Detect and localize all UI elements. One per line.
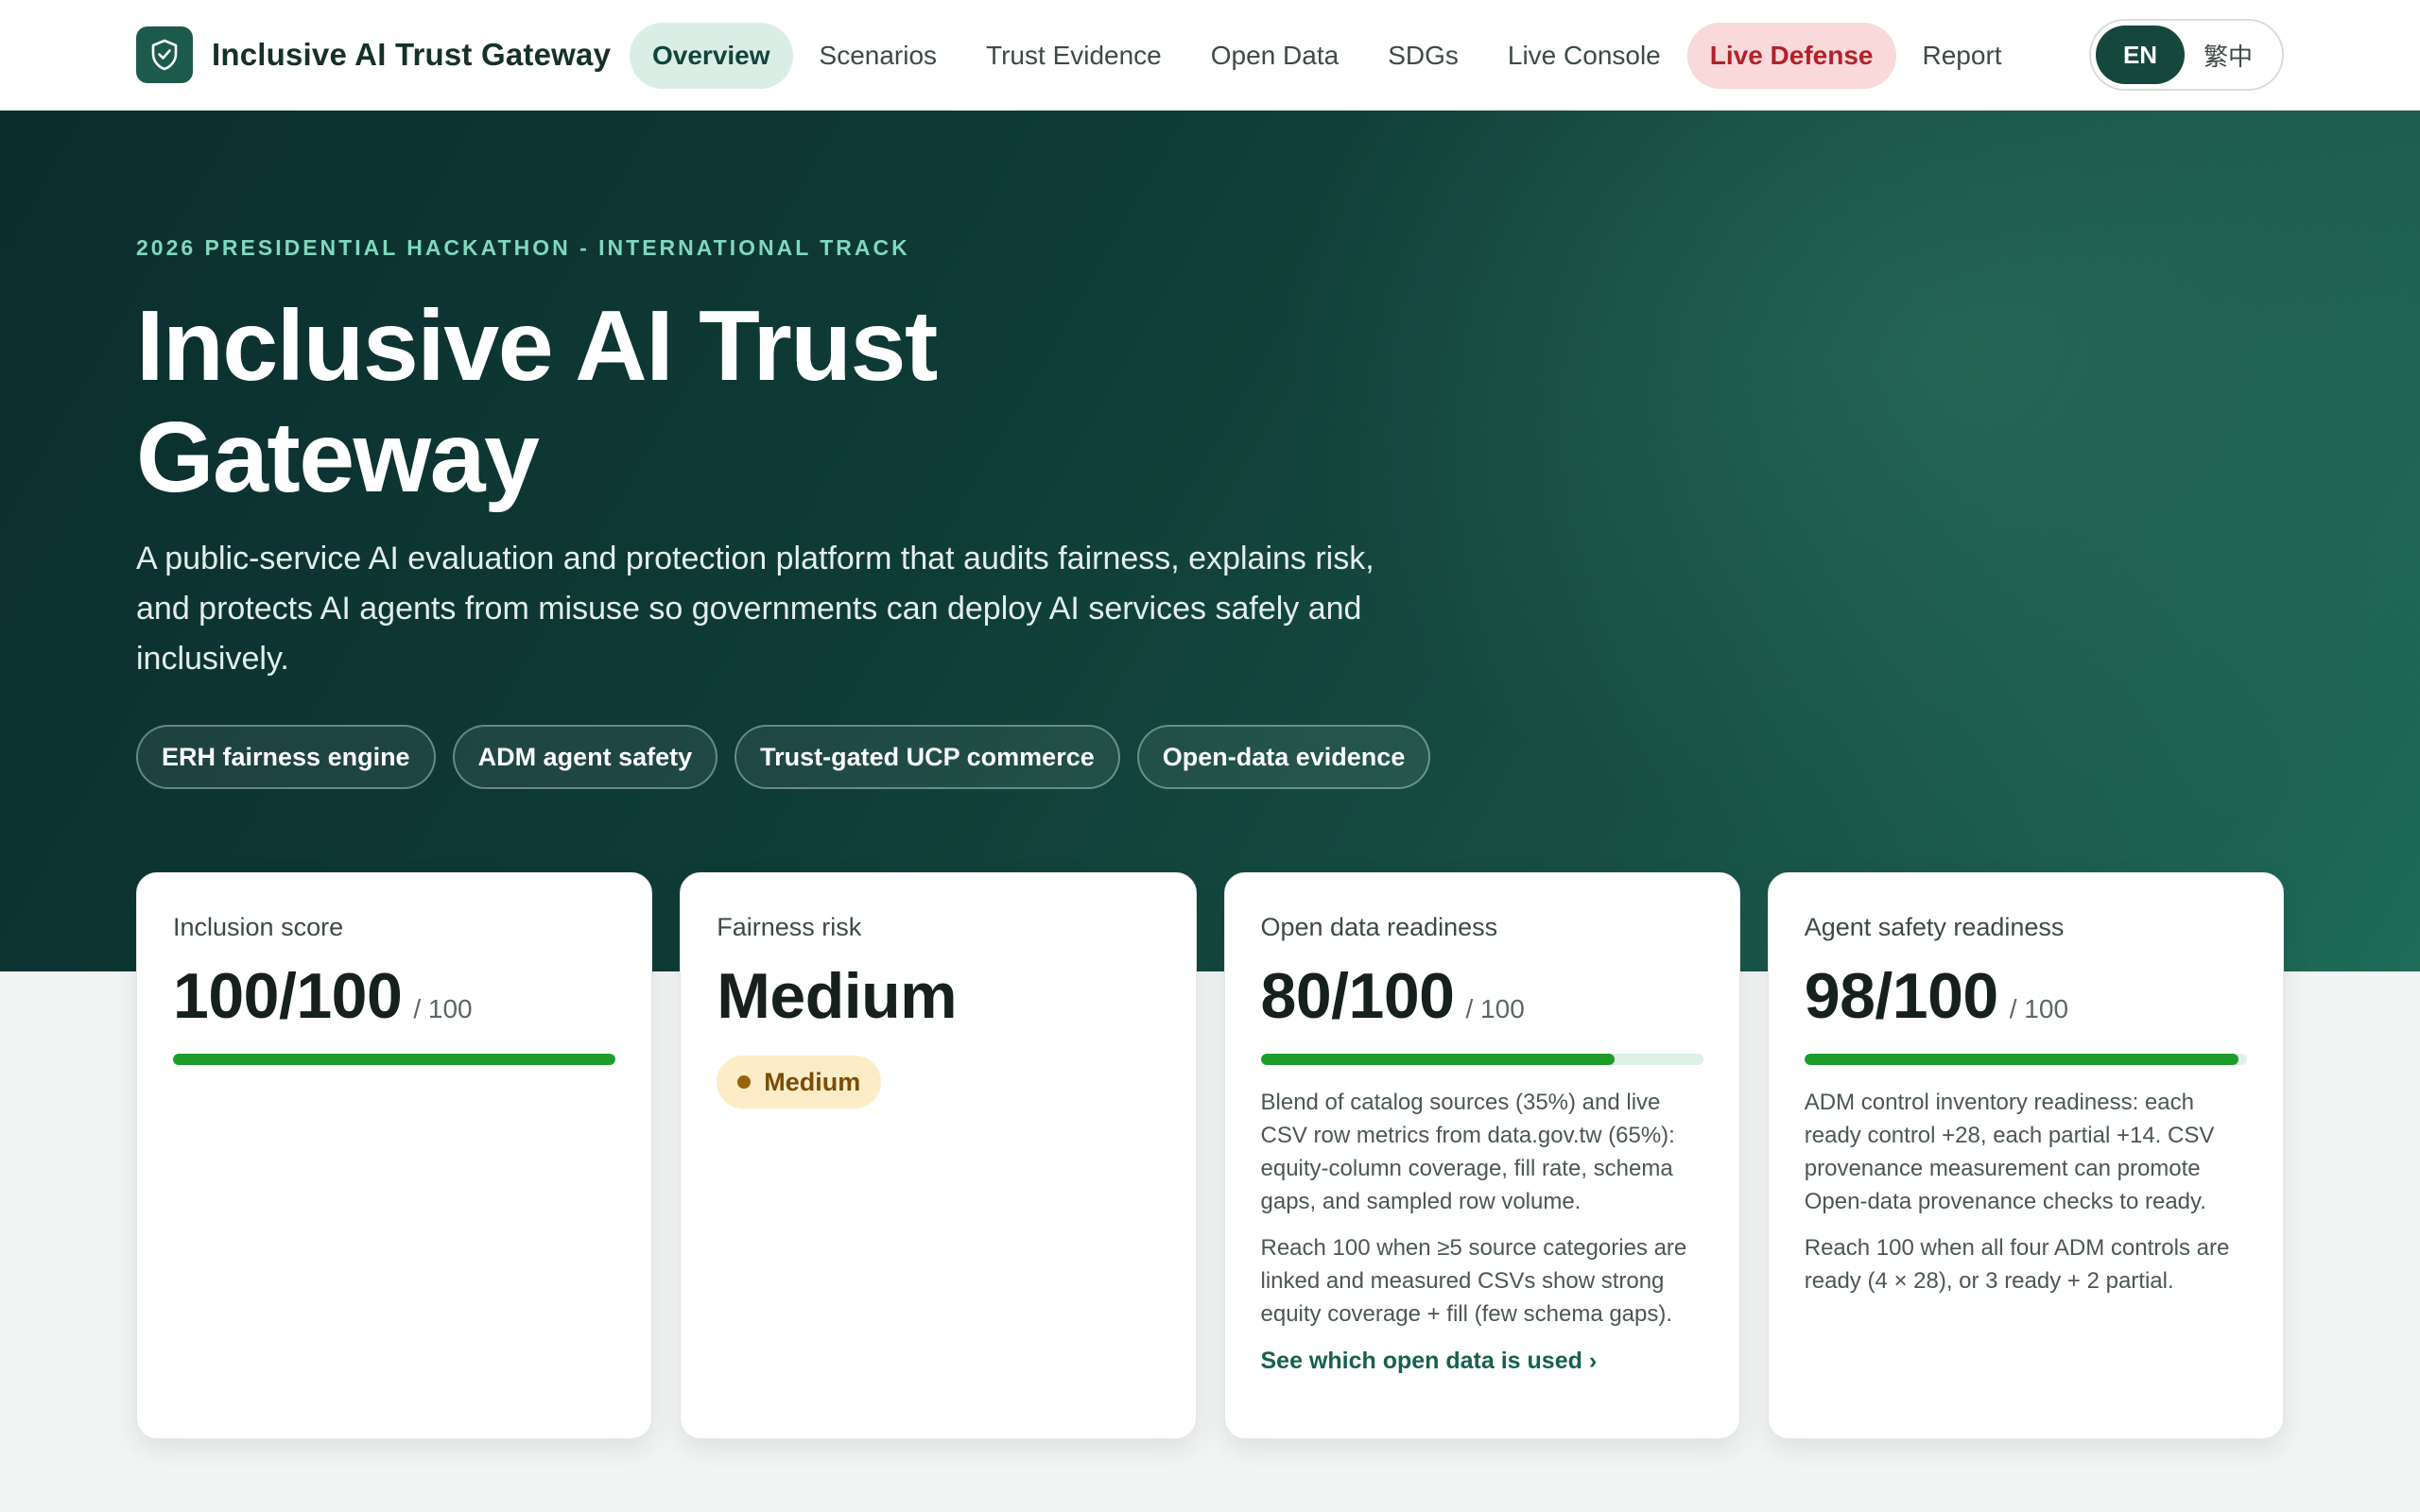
progress-bar	[173, 1054, 616, 1065]
status-dot-icon	[737, 1075, 752, 1089]
metric-cards: Inclusion score 100/100 / 100 Fairness r…	[136, 872, 2284, 1439]
card-label: Fairness risk	[717, 913, 862, 941]
progress-bar	[1260, 1054, 1703, 1065]
card-value: 80/100	[1260, 960, 1455, 1032]
chip-adm-agent-safety[interactable]: ADM agent safety	[452, 725, 718, 789]
card-label: Open data readiness	[1260, 913, 1498, 941]
brand-name: Inclusive AI Trust Gateway	[212, 37, 612, 72]
card-suffix: / 100	[1465, 994, 1525, 1023]
card-value: 100/100	[173, 960, 403, 1032]
card-label: Agent safety readiness	[1804, 913, 2065, 941]
language-toggle: EN 繁中	[2089, 19, 2284, 91]
language-option-en[interactable]: EN	[2096, 26, 2185, 84]
shield-check-icon	[136, 26, 193, 83]
card-inclusion-score: Inclusion score 100/100 / 100	[136, 872, 653, 1439]
card-agent-safety-readiness: Agent safety readiness 98/100 / 100 ADM …	[1767, 872, 2284, 1439]
card-suffix: / 100	[2009, 994, 2069, 1023]
risk-badge: Medium	[717, 1056, 882, 1108]
card-note: ADM control inventory readiness: each re…	[1804, 1090, 2215, 1214]
chip-trust-gated-ucp-commerce[interactable]: Trust-gated UCP commerce	[735, 725, 1120, 789]
nav-item-scenarios[interactable]: Scenarios	[797, 23, 960, 89]
card-label: Inclusion score	[173, 913, 344, 941]
card-suffix: / 100	[413, 994, 473, 1023]
card-note: Blend of catalog sources (35%) and live …	[1260, 1090, 1675, 1214]
nav-item-live-console[interactable]: Live Console	[1485, 23, 1684, 89]
nav-item-open-data[interactable]: Open Data	[1188, 23, 1361, 89]
nav-item-sdgs[interactable]: SDGs	[1365, 23, 1481, 89]
main-nav: Overview Scenarios Trust Evidence Open D…	[630, 23, 2029, 89]
card-open-data-readiness: Open data readiness 80/100 / 100 Blend o…	[1223, 872, 1740, 1439]
nav-item-report[interactable]: Report	[1900, 23, 2025, 89]
card-note: Reach 100 when all four ADM controls are…	[1804, 1235, 2230, 1294]
card-value: 98/100	[1804, 960, 1998, 1032]
progress-bar	[1804, 1054, 2247, 1065]
see-open-data-link[interactable]: See which open data is used ›	[1261, 1348, 1598, 1375]
hero-description: A public-service AI evaluation and prote…	[136, 541, 1374, 677]
hero-section: 2026 PRESIDENTIAL HACKATHON - INTERNATIO…	[0, 111, 2420, 971]
top-navigation-bar: Inclusive AI Trust Gateway Overview Scen…	[0, 0, 2420, 111]
progress-bar-fill	[1804, 1054, 2238, 1065]
card-note: Reach 100 when ≥5 source categories are …	[1260, 1235, 1687, 1327]
progress-bar-fill	[173, 1054, 616, 1065]
chip-erh-fairness-engine[interactable]: ERH fairness engine	[136, 725, 436, 789]
nav-item-live-defense[interactable]: Live Defense	[1686, 23, 1896, 89]
risk-badge-label: Medium	[764, 1067, 861, 1096]
card-value: Medium	[717, 960, 958, 1032]
hero-eyebrow: 2026 PRESIDENTIAL HACKATHON - INTERNATIO…	[136, 235, 910, 260]
chip-open-data-evidence[interactable]: Open-data evidence	[1136, 725, 1431, 789]
brand[interactable]: Inclusive AI Trust Gateway	[136, 26, 611, 83]
nav-item-overview[interactable]: Overview	[630, 23, 793, 89]
card-fairness-risk: Fairness risk Medium Medium	[680, 872, 1197, 1439]
progress-bar-fill	[1260, 1054, 1616, 1065]
feature-chips: ERH fairness engine ADM agent safety Tru…	[136, 725, 1431, 789]
nav-item-trust-evidence[interactable]: Trust Evidence	[963, 23, 1184, 89]
hero-title: Inclusive AI Trust Gateway	[136, 290, 938, 513]
language-option-zh[interactable]: 繁中	[2185, 26, 2272, 84]
